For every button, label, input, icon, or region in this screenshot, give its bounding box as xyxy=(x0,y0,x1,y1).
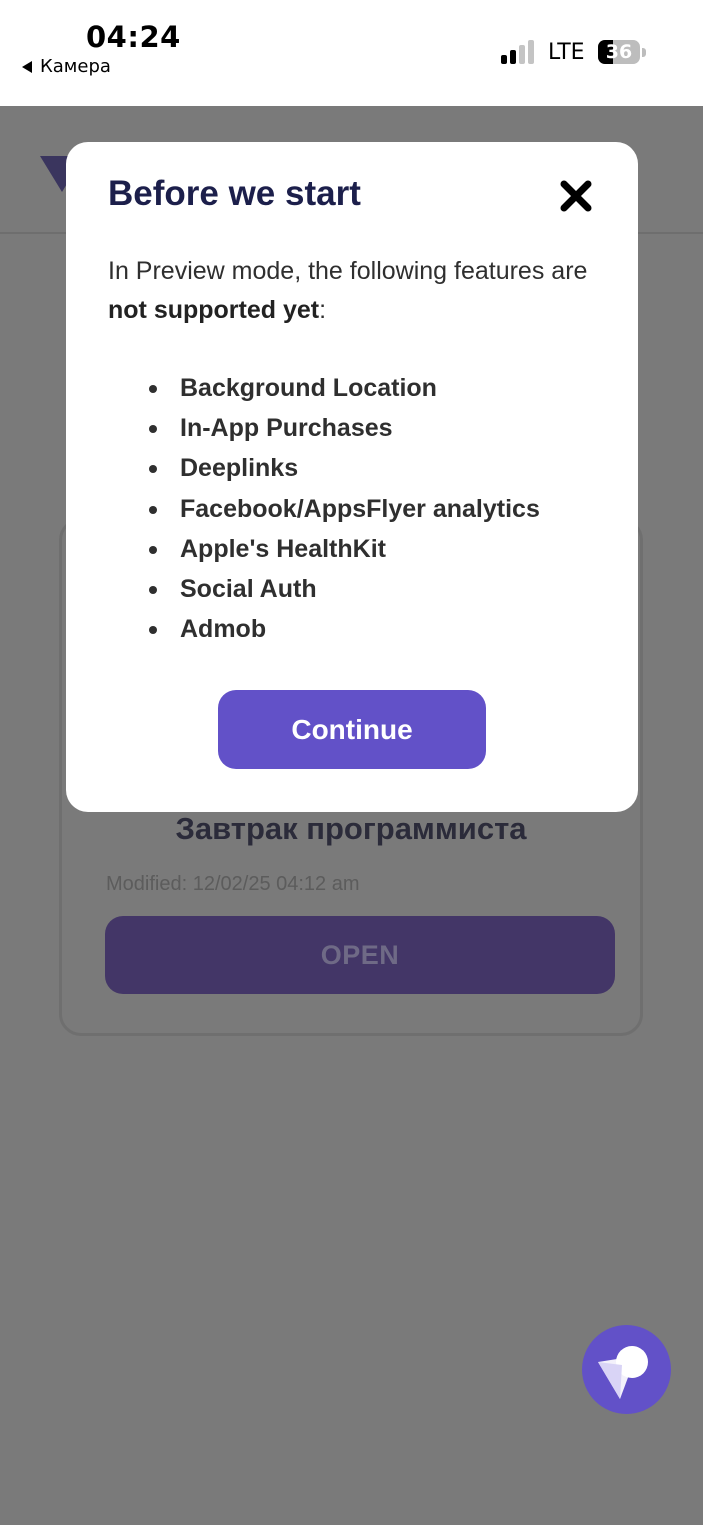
signal-bar xyxy=(501,55,507,64)
project-title: Завтрак программиста xyxy=(175,811,527,846)
project-modified-date: Modified: 12/02/25 04:12 am xyxy=(106,873,360,895)
description-text: In Preview mode, the following features … xyxy=(108,257,588,285)
list-item: In-App Purchases xyxy=(146,408,540,448)
back-arrow-icon xyxy=(22,60,32,73)
signal-bar xyxy=(510,50,516,64)
signal-bar xyxy=(528,40,534,64)
dialog-title: Before we start xyxy=(108,174,361,213)
close-icon xyxy=(560,180,592,212)
cellular-signal-icon xyxy=(501,40,537,64)
fab-button[interactable] xyxy=(582,1325,671,1414)
list-item: Apple's HealthKit xyxy=(146,529,540,569)
back-to-app-link[interactable]: Камера xyxy=(22,56,111,77)
list-item: Background Location xyxy=(146,368,540,408)
dialog-description: In Preview mode, the following features … xyxy=(108,252,608,330)
continue-button[interactable]: Continue xyxy=(218,690,486,769)
fab-logo-icon xyxy=(598,1346,648,1399)
back-app-label: Камера xyxy=(40,56,111,77)
status-bar: 04:24 Камера LTE 36 xyxy=(0,0,703,106)
list-item: Social Auth xyxy=(146,569,540,609)
battery-tip xyxy=(642,48,646,57)
signal-bar xyxy=(519,45,525,64)
preview-mode-dialog: Before we start In Preview mode, the fol… xyxy=(66,142,638,812)
network-type: LTE xyxy=(548,40,585,65)
list-item: Facebook/AppsFlyer analytics xyxy=(146,489,540,529)
battery-percent: 36 xyxy=(605,41,633,63)
battery-icon: 36 xyxy=(598,40,640,64)
close-button[interactable] xyxy=(558,178,594,214)
list-item: Deeplinks xyxy=(146,448,540,488)
description-emphasis: not supported yet xyxy=(108,296,320,324)
description-suffix: : xyxy=(319,296,327,324)
status-time: 04:24 xyxy=(86,20,181,54)
list-item: Admob xyxy=(146,609,540,649)
unsupported-features-list: Background Location In-App Purchases Dee… xyxy=(146,368,540,649)
open-project-button[interactable]: OPEN xyxy=(105,916,615,994)
